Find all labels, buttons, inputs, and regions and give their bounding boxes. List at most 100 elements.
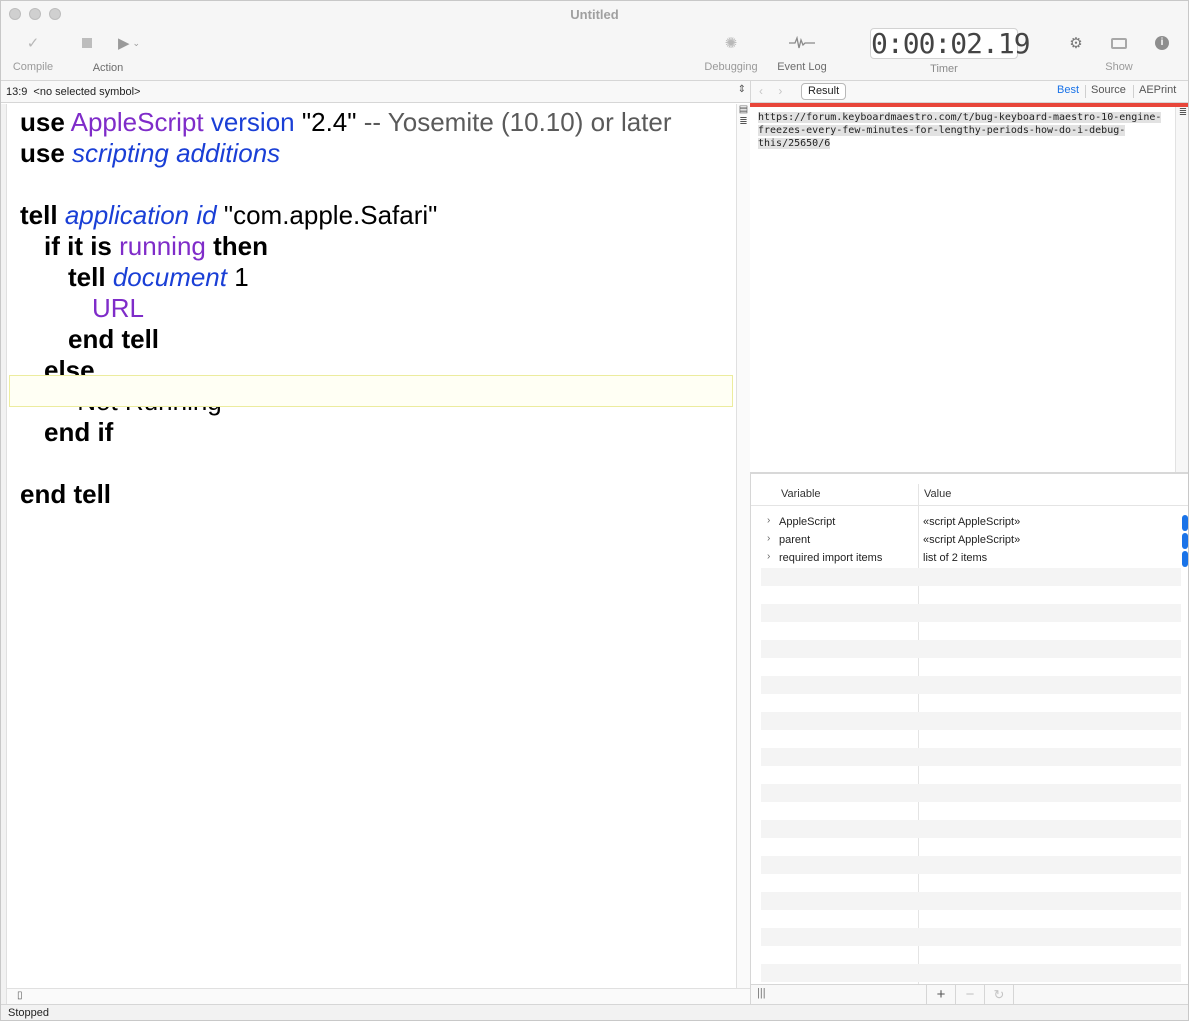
code-line[interactable]: use AppleScript version "2.4" -- Yosemit…	[20, 107, 672, 138]
code-line[interactable]: end if	[20, 417, 672, 448]
settings-button[interactable]: ⚙	[1061, 31, 1091, 55]
symbol-selector[interactable]: <no selected symbol>	[33, 86, 140, 98]
checkmark-icon: ✓	[26, 35, 40, 52]
variable-row[interactable]: › AppleScript «script AppleScript»	[761, 514, 1181, 532]
navigation-bar: 13:9 <no selected symbol> ⇕	[1, 81, 750, 103]
code-token: tell	[20, 200, 58, 230]
segment-best[interactable]: Best	[1057, 84, 1079, 96]
code-token: "2.4"	[301, 107, 357, 137]
column-value[interactable]: Value	[924, 488, 951, 500]
empty-row-stripe	[761, 604, 1181, 622]
code-token: URL	[92, 293, 145, 323]
result-pane-header: ‹ › Result Best Source AEPrint	[750, 81, 1188, 103]
code-line[interactable]: use scripting additions	[20, 138, 672, 169]
debugging-label: Debugging	[704, 61, 758, 73]
code-token: use	[20, 138, 65, 168]
play-icon: ▶ ⌄	[117, 35, 141, 52]
column-variable[interactable]: Variable	[781, 488, 821, 500]
segment-divider	[1133, 85, 1134, 98]
variable-row[interactable]: › parent «script AppleScript»	[761, 532, 1181, 550]
lines-icon[interactable]: ≣	[737, 116, 750, 128]
variable-name: parent	[779, 534, 811, 546]
current-line-highlight	[9, 375, 733, 407]
empty-row-stripe	[761, 784, 1181, 802]
debugging-button[interactable]: ✺ Debugging	[701, 31, 761, 73]
code-token: version	[210, 107, 295, 137]
disclosure-chevron-icon[interactable]: ›	[767, 551, 770, 562]
gears-icon: ⚙	[1069, 35, 1083, 52]
stop-button[interactable]	[67, 31, 107, 55]
split-view-icon[interactable]: ▤	[737, 104, 750, 116]
timer-label: Timer	[930, 63, 958, 75]
empty-row-stripe	[761, 676, 1181, 694]
row-scroll-indicator	[1182, 515, 1188, 531]
row-scroll-indicator	[1182, 533, 1188, 549]
compile-button[interactable]: ✓ Compile	[11, 31, 55, 73]
run-button[interactable]: ▶ ⌄	[109, 31, 149, 55]
row-scroll-indicator	[1182, 551, 1188, 567]
compile-label: Compile	[12, 61, 54, 73]
result-button[interactable]: Result	[801, 83, 847, 100]
script-editor-window: Untitled ✓ Compile ▶ ⌄ Action ✺ Debugging…	[0, 0, 1189, 1021]
window-title: Untitled	[570, 7, 619, 22]
code-token: -- Yosemite (10.10) or later	[363, 107, 672, 137]
variable-name: AppleScript	[779, 516, 836, 528]
disclosure-chevron-icon[interactable]: ›	[767, 533, 770, 544]
event-log-label: Event Log	[777, 61, 827, 73]
show-bundle-button[interactable]: Show	[1099, 31, 1139, 73]
script-editor[interactable]: use AppleScript version "2.4" -- Yosemit…	[7, 104, 736, 988]
code-token: end if	[44, 417, 114, 447]
disclosure-chevron-icon[interactable]: ›	[767, 515, 770, 526]
editor-scrollbar[interactable]: ▤ ≣	[736, 104, 750, 988]
code-token: AppleScript	[70, 107, 204, 137]
code-token: end tell	[68, 324, 160, 354]
result-text[interactable]: https://forum.keyboardmaestro.com/t/bug-…	[758, 111, 1168, 150]
status-text: Stopped	[8, 1007, 49, 1019]
result-scrollbar[interactable]: ≣	[1175, 107, 1188, 472]
code-line[interactable]: end tell	[20, 324, 672, 355]
result-view[interactable]: https://forum.keyboardmaestro.com/t/bug-…	[751, 107, 1175, 472]
up-down-arrows-icon[interactable]: ⇕	[738, 84, 746, 95]
lines-icon[interactable]: ≣	[1179, 107, 1187, 118]
variable-name: required import items	[779, 552, 883, 564]
code-token: end tell	[20, 479, 112, 509]
status-bar: Stopped	[1, 1004, 1188, 1020]
remove-button[interactable]: −	[955, 985, 984, 1004]
code-token: if it is	[44, 231, 112, 261]
code-line[interactable]: if it is running then	[20, 231, 672, 262]
refresh-icon[interactable]: ↻	[984, 985, 1013, 1004]
action-label: Action	[92, 62, 124, 74]
stop-icon	[67, 31, 107, 55]
code-line[interactable]	[20, 169, 672, 200]
briefcase-icon	[1099, 31, 1139, 55]
variable-row[interactable]: › required import items list of 2 items	[761, 550, 1181, 568]
column-handle-icon[interactable]: |||	[757, 987, 766, 999]
code-token: "com.apple.Safari"	[223, 200, 438, 230]
variable-value: «script AppleScript»	[923, 516, 1021, 528]
sidebar-toggle-icon[interactable]: ▯	[17, 990, 23, 1001]
variable-value: «script AppleScript»	[923, 534, 1021, 546]
empty-row-stripe	[761, 820, 1181, 838]
segment-source[interactable]: Source	[1091, 84, 1126, 96]
chevron-down-icon: ⌄	[132, 37, 141, 48]
event-log-button[interactable]: Event Log	[771, 31, 833, 73]
cursor-position: 13:9	[6, 85, 28, 98]
segment-aeprint[interactable]: AEPrint	[1139, 84, 1176, 96]
code-line[interactable]: URL	[20, 293, 672, 324]
code-line[interactable]	[20, 448, 672, 479]
info-icon: i	[1151, 31, 1173, 55]
code-token: use	[20, 107, 65, 137]
code-line[interactable]: end tell	[20, 479, 672, 510]
empty-row-stripe	[761, 856, 1181, 874]
variables-footer: ||| + − ↻	[750, 984, 1188, 1004]
code-token: application	[64, 200, 190, 230]
script-code[interactable]: use AppleScript version "2.4" -- Yosemit…	[20, 107, 672, 510]
add-button[interactable]: +	[926, 985, 955, 1004]
info-button[interactable]: i	[1151, 31, 1173, 55]
timer-display: 0:00:02.19	[870, 27, 1031, 60]
variable-value: list of 2 items	[923, 552, 988, 564]
code-line[interactable]: tell document 1	[20, 262, 672, 293]
show-label: Show	[1105, 61, 1133, 73]
code-line[interactable]: tell application id "com.apple.Safari"	[20, 200, 672, 231]
history-arrows-icon[interactable]: ‹ ›	[759, 84, 788, 98]
